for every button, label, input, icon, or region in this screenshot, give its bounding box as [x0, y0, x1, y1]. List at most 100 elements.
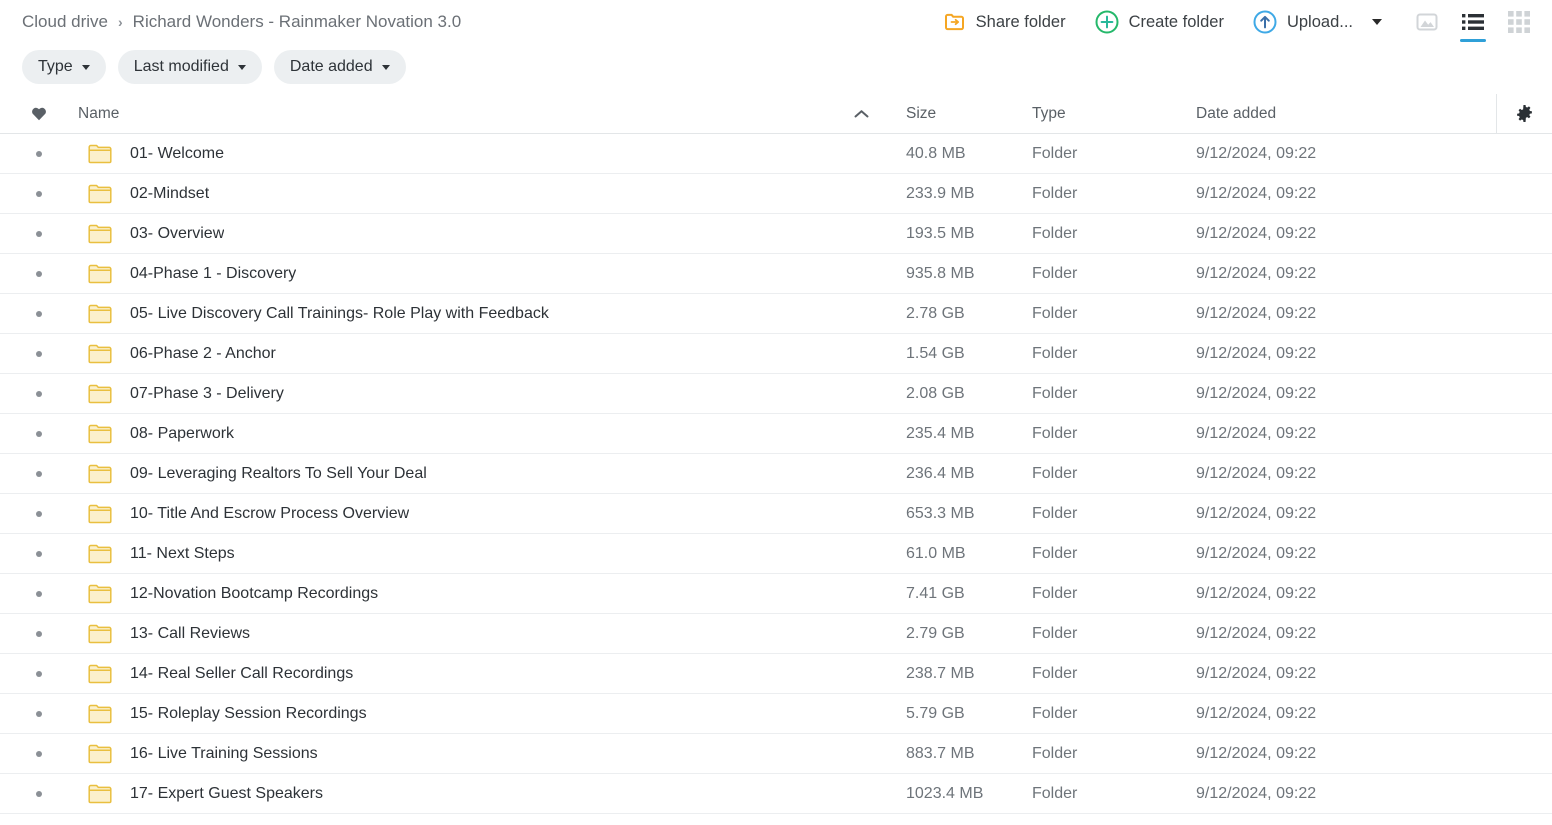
- file-table: Name Size Type Date added 01- Welcome 40…: [0, 93, 1552, 814]
- date-added-column-header[interactable]: Date added: [1196, 105, 1496, 123]
- share-folder-button[interactable]: Share folder: [929, 6, 1080, 38]
- row-name-cell[interactable]: 09- Leveraging Realtors To Sell Your Dea…: [78, 464, 854, 484]
- upload-label: Upload...: [1286, 12, 1353, 31]
- row-bullet[interactable]: [0, 750, 78, 757]
- create-folder-button[interactable]: Create folder: [1080, 5, 1238, 39]
- table-row[interactable]: 10- Title And Escrow Process Overview 65…: [0, 494, 1552, 534]
- row-name-cell[interactable]: 10- Title And Escrow Process Overview: [78, 504, 854, 524]
- row-type-cell: Folder: [1032, 464, 1078, 482]
- row-date-added-cell: 9/12/2024, 09:22: [1196, 624, 1317, 642]
- sort-indicator[interactable]: [854, 109, 906, 119]
- toolbar-actions: Share folder Create folder Upload...: [929, 0, 1540, 44]
- row-bullet[interactable]: [0, 630, 78, 637]
- table-row[interactable]: 13- Call Reviews 2.79 GB Folder 9/12/202…: [0, 614, 1552, 654]
- row-name-cell[interactable]: 17- Expert Guest Speakers: [78, 784, 854, 804]
- row-type-cell: Folder: [1032, 144, 1078, 162]
- list-view-icon: [1462, 14, 1484, 30]
- row-bullet[interactable]: [0, 350, 78, 357]
- row-bullet[interactable]: [0, 590, 78, 597]
- row-name-cell[interactable]: 07-Phase 3 - Delivery: [78, 384, 854, 404]
- row-size-cell: 40.8 MB: [906, 144, 966, 162]
- row-date-added-cell: 9/12/2024, 09:22: [1196, 464, 1317, 482]
- row-size-cell: 238.7 MB: [906, 664, 975, 682]
- table-row[interactable]: 04-Phase 1 - Discovery 935.8 MB Folder 9…: [0, 254, 1552, 294]
- size-column-header[interactable]: Size: [906, 105, 1032, 123]
- row-name-cell[interactable]: 01- Welcome: [78, 144, 854, 164]
- row-bullet[interactable]: [0, 190, 78, 197]
- list-view-button[interactable]: [1458, 7, 1488, 42]
- folder-icon: [88, 664, 112, 684]
- folder-icon: [88, 264, 112, 284]
- folder-icon: [88, 704, 112, 724]
- table-row[interactable]: 07-Phase 3 - Delivery 2.08 GB Folder 9/1…: [0, 374, 1552, 414]
- table-row[interactable]: 14- Real Seller Call Recordings 238.7 MB…: [0, 654, 1552, 694]
- favorite-column-header[interactable]: [0, 106, 78, 121]
- table-row[interactable]: 01- Welcome 40.8 MB Folder 9/12/2024, 09…: [0, 134, 1552, 174]
- row-bullet[interactable]: [0, 550, 78, 557]
- filter-chip-type[interactable]: Type: [22, 50, 106, 84]
- grid-view-icon: [1508, 11, 1530, 33]
- row-name-cell[interactable]: 02-Mindset: [78, 184, 854, 204]
- table-row[interactable]: 12-Novation Bootcamp Recordings 7.41 GB …: [0, 574, 1552, 614]
- row-bullet[interactable]: [0, 390, 78, 397]
- row-name-cell[interactable]: 14- Real Seller Call Recordings: [78, 664, 854, 684]
- row-bullet[interactable]: [0, 670, 78, 677]
- table-row[interactable]: 06-Phase 2 - Anchor 1.54 GB Folder 9/12/…: [0, 334, 1552, 374]
- row-name-label: 08- Paperwork: [130, 424, 235, 442]
- share-folder-label: Share folder: [975, 12, 1066, 31]
- breadcrumb-root[interactable]: Cloud drive: [22, 12, 108, 32]
- bullet-icon: [36, 430, 42, 437]
- chevron-down-icon[interactable]: [1372, 19, 1382, 25]
- row-bullet[interactable]: [0, 470, 78, 477]
- bullet-icon: [36, 630, 42, 637]
- row-name-cell[interactable]: 08- Paperwork: [78, 424, 854, 444]
- row-name-cell[interactable]: 12-Novation Bootcamp Recordings: [78, 584, 854, 604]
- table-row[interactable]: 02-Mindset 233.9 MB Folder 9/12/2024, 09…: [0, 174, 1552, 214]
- table-row[interactable]: 11- Next Steps 61.0 MB Folder 9/12/2024,…: [0, 534, 1552, 574]
- table-row[interactable]: 08- Paperwork 235.4 MB Folder 9/12/2024,…: [0, 414, 1552, 454]
- row-bullet[interactable]: [0, 270, 78, 277]
- grid-view-button[interactable]: [1504, 7, 1534, 37]
- row-bullet[interactable]: [0, 790, 78, 797]
- bullet-icon: [36, 470, 42, 477]
- breadcrumb-current-folder[interactable]: Richard Wonders - Rainmaker Novation 3.0: [133, 12, 462, 32]
- table-row[interactable]: 16- Live Training Sessions 883.7 MB Fold…: [0, 734, 1552, 774]
- row-name-cell[interactable]: 15- Roleplay Session Recordings: [78, 704, 854, 724]
- table-row[interactable]: 15- Roleplay Session Recordings 5.79 GB …: [0, 694, 1552, 734]
- row-bullet[interactable]: [0, 510, 78, 517]
- column-settings-button[interactable]: [1496, 93, 1552, 134]
- table-row[interactable]: 17- Expert Guest Speakers 1023.4 MB Fold…: [0, 774, 1552, 814]
- row-type-cell: Folder: [1032, 224, 1078, 242]
- row-bullet[interactable]: [0, 230, 78, 237]
- folder-icon: [88, 224, 112, 244]
- row-bullet[interactable]: [0, 430, 78, 437]
- row-name-cell[interactable]: 06-Phase 2 - Anchor: [78, 344, 854, 364]
- row-name-cell[interactable]: 13- Call Reviews: [78, 624, 854, 644]
- filter-chip-last-modified[interactable]: Last modified: [117, 50, 262, 84]
- row-name-cell[interactable]: 05- Live Discovery Call Trainings- Role …: [78, 304, 854, 324]
- row-date-added-cell: 9/12/2024, 09:22: [1196, 784, 1317, 802]
- folder-icon: [88, 504, 112, 524]
- type-column-header[interactable]: Type: [1032, 105, 1196, 123]
- chevron-down-icon: [381, 64, 390, 70]
- bullet-icon: [36, 510, 42, 517]
- row-name-cell[interactable]: 03- Overview: [78, 224, 854, 244]
- table-row[interactable]: 05- Live Discovery Call Trainings- Role …: [0, 294, 1552, 334]
- gallery-view-button[interactable]: [1412, 7, 1442, 37]
- upload-button[interactable]: Upload...: [1238, 5, 1396, 39]
- row-type-cell: Folder: [1032, 664, 1078, 682]
- row-name-cell[interactable]: 11- Next Steps: [78, 544, 854, 564]
- name-column-header[interactable]: Name: [78, 105, 854, 123]
- row-name-label: 16- Live Training Sessions: [130, 744, 318, 762]
- folder-icon: [88, 424, 112, 444]
- table-row[interactable]: 03- Overview 193.5 MB Folder 9/12/2024, …: [0, 214, 1552, 254]
- row-bullet[interactable]: [0, 710, 78, 717]
- row-name-cell[interactable]: 16- Live Training Sessions: [78, 744, 854, 764]
- breadcrumb: Cloud drive › Richard Wonders - Rainmake…: [22, 12, 461, 32]
- filter-chip-date-added[interactable]: Date added: [273, 50, 406, 84]
- table-row[interactable]: 09- Leveraging Realtors To Sell Your Dea…: [0, 454, 1552, 494]
- row-size-cell: 193.5 MB: [906, 224, 975, 242]
- row-bullet[interactable]: [0, 150, 78, 157]
- row-name-cell[interactable]: 04-Phase 1 - Discovery: [78, 264, 854, 284]
- row-bullet[interactable]: [0, 310, 78, 317]
